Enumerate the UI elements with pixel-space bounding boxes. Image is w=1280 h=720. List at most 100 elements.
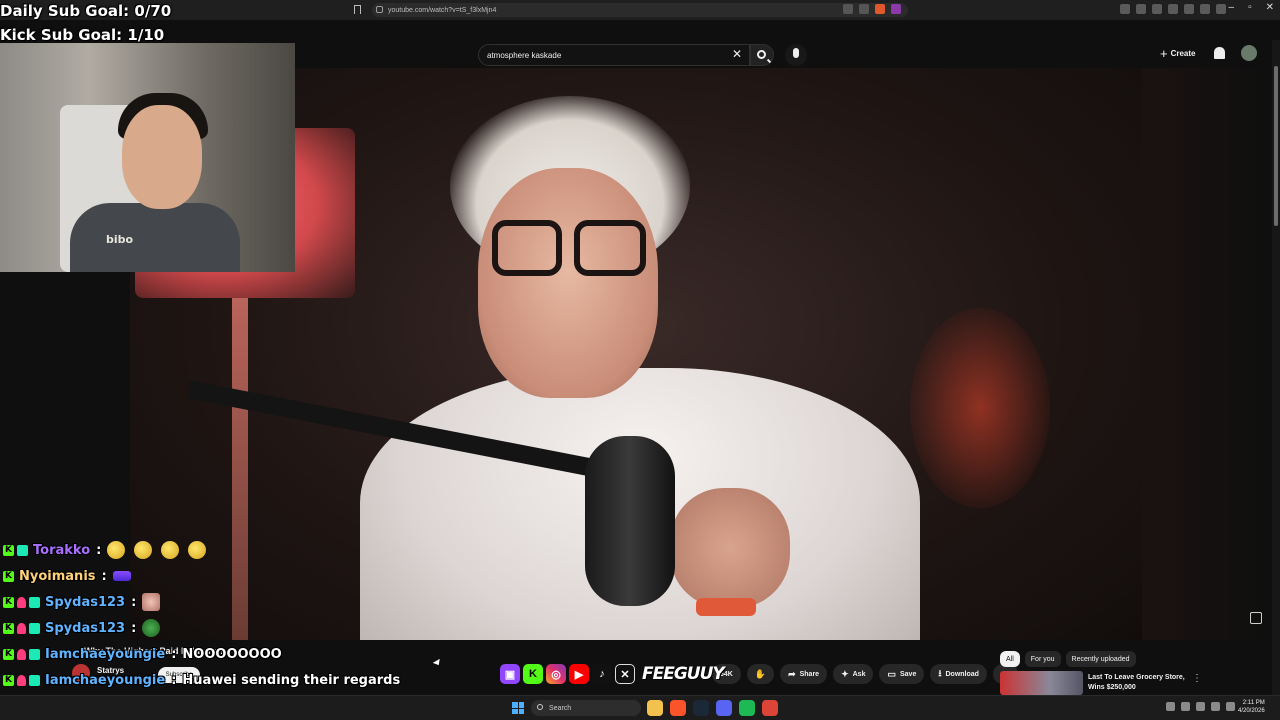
chat-separator: :	[101, 568, 107, 584]
chat-separator: :	[171, 646, 177, 662]
chat-emote-icon	[134, 541, 153, 559]
screenshot-icon[interactable]	[843, 4, 853, 14]
taskbar-clock[interactable]: 2:11 PM 4/20/2026	[1238, 699, 1265, 715]
streamer-brand-logo: FEEGUUY	[642, 664, 725, 684]
chat-username: Iamchaeyoungie	[45, 646, 166, 662]
search-input-value: atmosphere kaskade	[487, 50, 562, 60]
chat-separator: :	[131, 620, 137, 636]
chrome-icon[interactable]	[762, 700, 778, 716]
search-input[interactable]: atmosphere kaskade	[478, 44, 750, 66]
extension-icon[interactable]	[1136, 4, 1146, 14]
kick-badge-icon: K	[3, 674, 14, 686]
sidebar-icon[interactable]	[1184, 4, 1194, 14]
chat-message: K Iamchaeyoungie: NOOOOOOOO	[3, 644, 282, 664]
video-side-shade	[1142, 68, 1272, 640]
recommended-video-title[interactable]: Last To Leave Grocery Store, Wins $250,0…	[1088, 673, 1188, 693]
chat-username: Nyoimanis	[19, 568, 96, 584]
sparkle-icon: ✦	[841, 668, 849, 679]
share-button[interactable]: ➦ Share	[780, 664, 828, 684]
chat-bubble-icon[interactable]	[1250, 612, 1262, 624]
ask-label: Ask	[852, 670, 866, 678]
download-label: Download	[945, 670, 979, 678]
extension-icon[interactable]	[1120, 4, 1130, 14]
download-button[interactable]: ⭳ Download	[930, 664, 987, 684]
kick-badge-icon: K	[3, 648, 14, 660]
screen: youtube.com/watch?v=tS_f3lxMjn4 – ▫ ✕ at…	[0, 0, 1280, 720]
share-page-icon[interactable]	[859, 4, 869, 14]
taskbar-search-icon	[537, 704, 543, 710]
subscriber-badge-icon	[17, 622, 26, 634]
twitch-icon: ▣	[500, 664, 520, 684]
address-bar[interactable]: youtube.com/watch?v=tS_f3lxMjn4	[372, 3, 908, 17]
bookmark-icon[interactable]	[354, 5, 361, 14]
url-text: youtube.com/watch?v=tS_f3lxMjn4	[388, 6, 497, 14]
clear-search-icon[interactable]: ✕	[732, 47, 742, 61]
address-bar-tools	[843, 4, 901, 14]
video-glasses-left	[492, 220, 562, 276]
chat-emote-icon	[188, 541, 207, 559]
brave-browser-icon[interactable]	[670, 700, 686, 716]
bookmark-save-icon: ▭	[887, 668, 896, 679]
kick-badge-icon: K	[3, 570, 14, 582]
volume-icon[interactable]	[1226, 702, 1235, 711]
tray-app-icon[interactable]	[1181, 702, 1190, 711]
chat-message: K Spydas123:	[3, 592, 166, 612]
search-button[interactable]	[750, 44, 774, 66]
video-glasses-right	[574, 220, 646, 276]
extension-icon[interactable]	[1168, 4, 1178, 14]
wallet-icon[interactable]	[1200, 4, 1210, 14]
spotify-icon[interactable]	[739, 700, 755, 716]
extension-icon[interactable]	[1152, 4, 1162, 14]
chat-badge-icon	[29, 648, 40, 660]
share-label: Share	[799, 670, 820, 678]
voice-search-button[interactable]	[785, 44, 807, 66]
menu-icon[interactable]	[1216, 4, 1226, 14]
windows-start-icon[interactable]	[512, 702, 524, 714]
restore-icon[interactable]: ▫	[1248, 2, 1252, 13]
recommended-video-thumbnail[interactable]	[1000, 671, 1083, 695]
shields-icon[interactable]	[875, 4, 885, 14]
video-actions: 64K ✋ ➦Share ✦Ask ▭Save ⭳Download ⋯	[712, 664, 1018, 684]
subscriber-badge-icon	[17, 596, 26, 608]
recommendation-chips: All For you Recently uploaded	[1000, 651, 1136, 667]
taskbar-search[interactable]: Search	[531, 700, 641, 716]
page-scrollbar[interactable]	[1272, 40, 1280, 695]
minimize-icon[interactable]: –	[1229, 2, 1235, 13]
file-explorer-icon[interactable]	[647, 700, 663, 716]
rewards-icon[interactable]	[891, 4, 901, 14]
chip-for-you[interactable]: For you	[1024, 651, 1061, 667]
webcam-shirt-logo: bibo	[106, 233, 134, 246]
dislike-button[interactable]: ✋	[746, 664, 775, 684]
chat-message-text: Huawei sending their regards	[182, 672, 401, 688]
notifications-bell-icon[interactable]	[1214, 47, 1225, 59]
chip-recently-uploaded[interactable]: Recently uploaded	[1065, 651, 1136, 667]
youtube-icon: ▶	[569, 664, 589, 684]
chip-all[interactable]: All	[1000, 651, 1020, 667]
save-button[interactable]: ▭ Save	[879, 664, 925, 684]
chat-emote-icon	[142, 619, 161, 637]
daily-sub-goal: Daily Sub Goal: 0/70	[0, 2, 172, 20]
close-icon[interactable]: ✕	[1266, 2, 1274, 13]
discord-icon[interactable]	[716, 700, 732, 716]
chat-username: Iamchaeyoungie	[45, 672, 166, 688]
tray-chevron-icon[interactable]	[1166, 702, 1175, 711]
video-microphone	[585, 436, 675, 606]
account-avatar[interactable]	[1241, 45, 1257, 61]
chat-message-text: NOOOOOOOO	[182, 646, 282, 662]
chat-badge-icon	[29, 674, 40, 686]
recommended-more-icon[interactable]: ⋮	[1192, 673, 1202, 684]
microphone-tray-icon[interactable]	[1196, 702, 1205, 711]
site-info-icon[interactable]	[376, 6, 383, 13]
webcam-streamer-body	[70, 203, 240, 272]
subscriber-badge-icon	[17, 674, 26, 686]
scrollbar-thumb[interactable]	[1274, 66, 1278, 226]
ask-button[interactable]: ✦ Ask	[833, 664, 874, 684]
create-button[interactable]: + Create	[1160, 46, 1196, 61]
kick-icon: K	[523, 664, 543, 684]
system-tray	[1166, 702, 1235, 711]
steam-icon[interactable]	[693, 700, 709, 716]
video-background-plant	[910, 308, 1050, 508]
instagram-icon: ◎	[546, 664, 566, 684]
network-icon[interactable]	[1211, 702, 1220, 711]
clock-time: 2:11 PM	[1242, 700, 1265, 706]
